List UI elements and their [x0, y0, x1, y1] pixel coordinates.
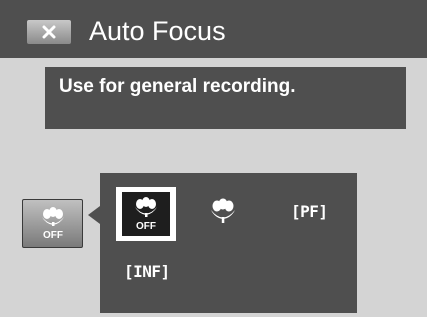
option-infinity[interactable]: [INF]	[124, 262, 170, 282]
option-macro[interactable]	[208, 198, 238, 233]
title-bar: Auto Focus	[0, 0, 427, 58]
option-macro-off-label: OFF	[136, 221, 156, 231]
macro-off-icon: OFF	[42, 207, 64, 240]
selected-option-frame: OFF	[122, 192, 170, 236]
option-macro-off[interactable]: OFF	[116, 187, 176, 241]
macro-off-label: OFF	[43, 230, 63, 240]
macro-off-icon: OFF	[135, 197, 157, 231]
close-button[interactable]	[27, 20, 71, 44]
option-pan-focus[interactable]: [PF]	[291, 202, 328, 222]
close-x-icon	[42, 25, 56, 39]
description-text: Use for general recording.	[59, 76, 296, 97]
panel-pointer	[88, 206, 100, 224]
current-focus-mode-button[interactable]: OFF	[22, 199, 83, 248]
focus-options-panel: OFF [PF] [INF]	[100, 173, 357, 313]
macro-icon	[211, 198, 235, 223]
description-box: Use for general recording.	[45, 67, 406, 129]
page-title: Auto Focus	[89, 16, 226, 46]
